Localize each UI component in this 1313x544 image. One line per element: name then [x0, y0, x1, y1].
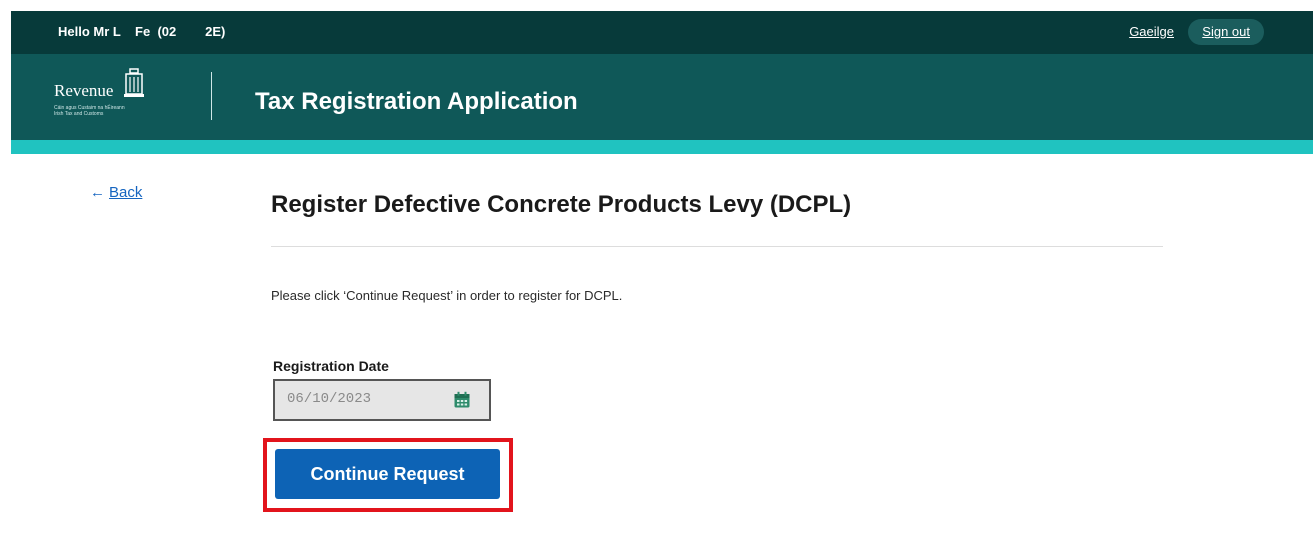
back-label: Back: [109, 184, 143, 201]
header-bar: Revenue Cáin agus Custaim na hÉireann Ir…: [11, 54, 1313, 140]
page-title: Register Defective Concrete Products Lev…: [271, 191, 852, 218]
instruction-text: Please click ‘Continue Request’ in order…: [271, 288, 623, 303]
registration-date-input[interactable]: [287, 391, 437, 407]
header-divider: [211, 72, 212, 120]
registration-date-field[interactable]: [273, 379, 491, 421]
heading-divider: [271, 246, 1163, 247]
app-title: Tax Registration Application: [255, 88, 578, 115]
accent-strip: [11, 140, 1313, 154]
registration-date-label: Registration Date: [273, 358, 389, 374]
logo-wordmark: Revenue: [54, 81, 114, 100]
harp-crest-icon: [124, 68, 144, 97]
continue-request-button[interactable]: Continue Request: [275, 449, 500, 499]
left-gutter: [0, 0, 11, 544]
sign-out-button[interactable]: Sign out: [1188, 19, 1264, 45]
calendar-icon[interactable]: [453, 391, 471, 409]
user-greeting: Hello Mr L Fe (02 2E): [58, 24, 226, 39]
arrow-left-icon: ←: [90, 184, 105, 201]
top-bar: Hello Mr L Fe (02 2E) Gaeilge Sign out: [11, 11, 1313, 54]
revenue-logo[interactable]: Revenue Cáin agus Custaim na hÉireann Ir…: [51, 68, 181, 124]
logo-subtitle-english: Irish Tax and Customs: [54, 111, 104, 117]
language-link[interactable]: Gaeilge: [1129, 24, 1174, 39]
back-link[interactable]: ← Back: [90, 184, 142, 201]
